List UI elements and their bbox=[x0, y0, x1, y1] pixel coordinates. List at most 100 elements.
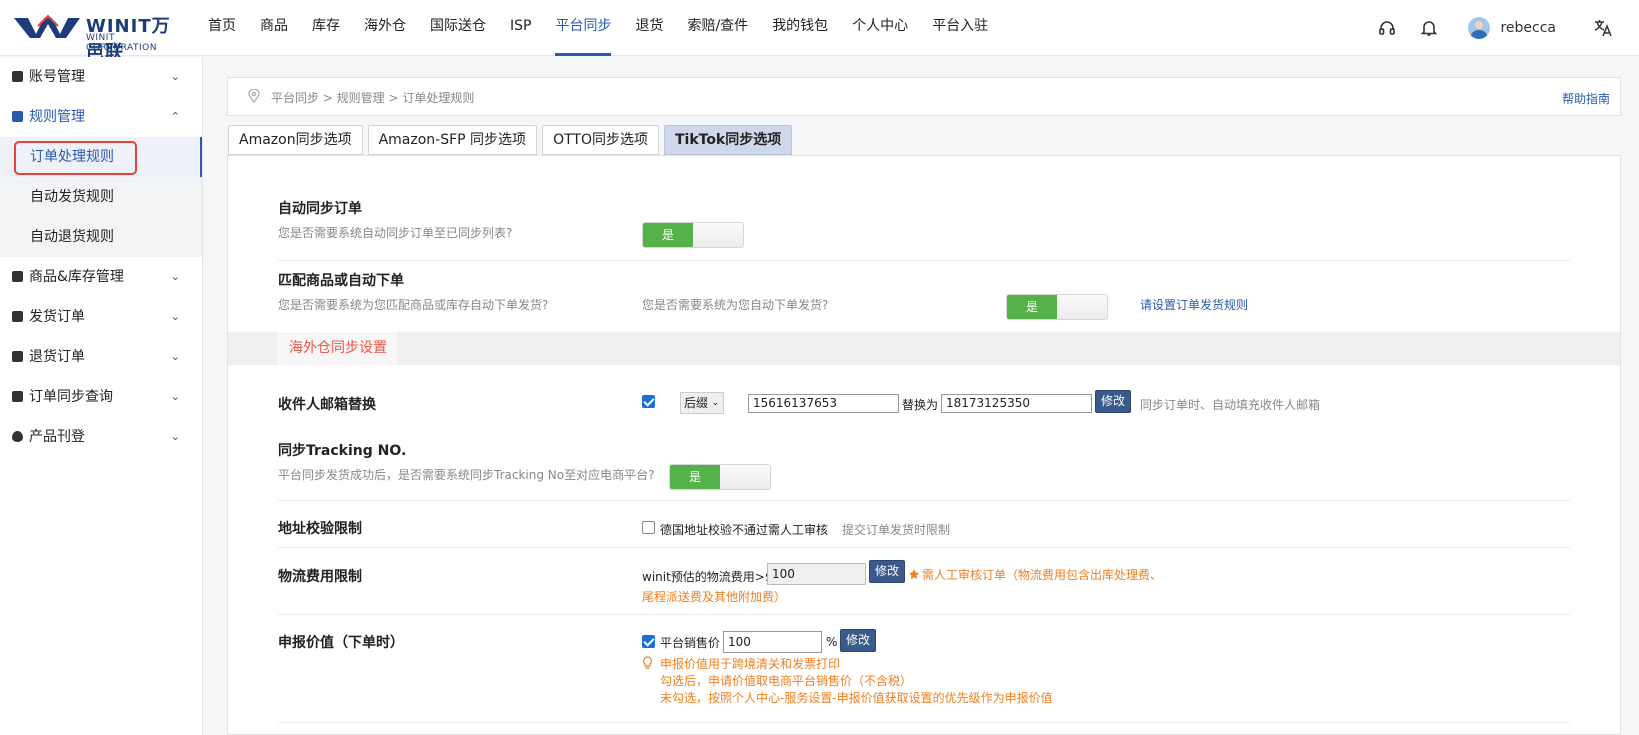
chevron-down-icon: ⌄ bbox=[170, 310, 180, 323]
logo-mark-icon bbox=[14, 14, 80, 38]
nav-inventory[interactable]: 库存 bbox=[300, 0, 352, 56]
chevron-down-icon: ⌄ bbox=[711, 398, 719, 408]
nav-overseas-warehouse[interactable]: 海外仓 bbox=[352, 0, 418, 56]
tracking-toggle[interactable]: 是 bbox=[669, 464, 771, 490]
logistics-label: winit预估的物流费用>$ bbox=[642, 570, 773, 584]
sidebar-group-label: 产品刊登 bbox=[29, 429, 85, 445]
auto-sync-toggle[interactable]: 是 bbox=[642, 222, 744, 248]
winit-logo[interactable]: WINIT万邑联 WINIT CORPORATION bbox=[14, 12, 184, 63]
sidebar-group-rules[interactable]: 规则管理 ⌃ bbox=[0, 97, 202, 137]
sidebar-group-label: 账号管理 bbox=[29, 69, 85, 85]
sidebar-item-label: 自动发货规则 bbox=[30, 189, 114, 205]
replace-with-label: 替换为 bbox=[902, 398, 939, 412]
sidebar-group-label: 规则管理 bbox=[29, 109, 85, 125]
toggle-on-label: 是 bbox=[643, 223, 693, 247]
set-shipping-rules-link[interactable]: 请设置订单发货规则 bbox=[1140, 296, 1248, 313]
declare-title: 申报价值（下单时） bbox=[278, 635, 404, 651]
sidebar-group-label: 发货订单 bbox=[29, 309, 85, 325]
divider bbox=[278, 547, 1570, 548]
tab-amazon-sfp[interactable]: Amazon-SFP 同步选项 bbox=[367, 125, 538, 155]
clipboard-icon bbox=[12, 311, 23, 322]
logistics-fee-input[interactable]: 100 bbox=[767, 563, 866, 585]
sidebar-group-return-orders[interactable]: 退货订单 ⌄ bbox=[0, 337, 202, 377]
username[interactable]: rebecca bbox=[1500, 20, 1556, 36]
warning-icon bbox=[909, 569, 919, 579]
nav-isp[interactable]: ISP bbox=[498, 0, 543, 56]
translate-icon[interactable] bbox=[1593, 18, 1613, 38]
sidebar-group-order-sync-query[interactable]: 订单同步查询 ⌄ bbox=[0, 377, 202, 417]
auto-sync-title: 自动同步订单 bbox=[278, 201, 362, 217]
declare-value-input[interactable]: 100 bbox=[723, 631, 822, 653]
toggle-on-label: 是 bbox=[670, 465, 720, 489]
logistics-warning-line1: 需人工审核订单（物流费用包含出库处理费、 bbox=[922, 568, 1163, 582]
sidebar-item-label: 自动退货规则 bbox=[30, 229, 114, 245]
document-icon bbox=[12, 351, 23, 362]
match-toggle[interactable]: 是 bbox=[1006, 294, 1108, 320]
address-note: 提交订单发货时限制 bbox=[842, 523, 951, 537]
nav-claims[interactable]: 索赔/查件 bbox=[675, 0, 760, 56]
sidebar-item-auto-return-rules[interactable]: 自动退货规则 bbox=[0, 217, 202, 257]
declare-tip-line2: 勾选后，申请价值取电商平台销售价（不含税） bbox=[660, 674, 913, 688]
tab-otto[interactable]: OTTO同步选项 bbox=[542, 125, 659, 155]
sidebar-group-shipping-orders[interactable]: 发货订单 ⌄ bbox=[0, 297, 202, 337]
sidebar-group-account[interactable]: 账号管理 ⌄ bbox=[0, 57, 202, 97]
address-check-label: 德国地址校验不通过需人工审核 bbox=[660, 523, 829, 537]
bell-icon[interactable] bbox=[1419, 18, 1439, 38]
nav-returns[interactable]: 退货 bbox=[623, 0, 675, 56]
nav-platform-onboarding[interactable]: 平台入驻 bbox=[920, 0, 1000, 56]
auto-sync-desc: 您是否需要系统自动同步订单至已同步列表? bbox=[278, 226, 513, 240]
nav-products[interactable]: 商品 bbox=[248, 0, 300, 56]
section-band: 海外仓同步设置 bbox=[228, 332, 1620, 365]
email-checkbox[interactable] bbox=[642, 395, 655, 408]
chevron-up-icon: ⌃ bbox=[170, 110, 180, 123]
help-guide-link[interactable]: 帮助指南 bbox=[1562, 90, 1610, 107]
declare-tip-line3: 未勾选，按照个人中心-服务设置-申报价值获取设置的优先级作为申报价值 bbox=[660, 691, 1053, 705]
avatar[interactable] bbox=[1468, 17, 1491, 39]
nav-intl-shipping[interactable]: 国际送仓 bbox=[418, 0, 498, 56]
percent-unit: % bbox=[826, 635, 838, 649]
divider bbox=[278, 500, 1570, 501]
chevron-down-icon: ⌄ bbox=[170, 390, 180, 403]
divider bbox=[278, 260, 1570, 261]
nav-wallet[interactable]: 我的钱包 bbox=[760, 0, 840, 56]
logistics-modify-button[interactable]: 修改 bbox=[869, 560, 906, 583]
chevron-down-icon: ⌄ bbox=[170, 270, 180, 283]
email-note: 同步订单时、自动填充收件人邮箱 bbox=[1140, 398, 1321, 412]
top-right-tools: rebecca bbox=[1366, 0, 1639, 56]
headset-icon[interactable] bbox=[1377, 18, 1397, 38]
tab-tiktok[interactable]: TikTok同步选项 bbox=[663, 125, 793, 155]
copy-icon bbox=[12, 391, 23, 402]
top-bar: WINIT万邑联 WINIT CORPORATION 首页 商品 库存 海外仓 … bbox=[0, 0, 1639, 63]
nav-personal-center[interactable]: 个人中心 bbox=[840, 0, 920, 56]
location-pin-icon bbox=[248, 89, 260, 103]
nav-platform-sync[interactable]: 平台同步 bbox=[543, 0, 623, 56]
sidebar-group-product-listing[interactable]: 产品刊登 ⌄ bbox=[0, 417, 202, 457]
sidebar-item-auto-ship-rules[interactable]: 自动发货规则 bbox=[0, 177, 202, 217]
tab-amazon[interactable]: Amazon同步选项 bbox=[228, 125, 363, 155]
nav-home[interactable]: 首页 bbox=[196, 0, 248, 56]
lightbulb-icon bbox=[643, 656, 652, 669]
wallet-icon bbox=[12, 71, 23, 82]
email-modify-button[interactable]: 修改 bbox=[1095, 390, 1132, 413]
book-icon bbox=[12, 111, 23, 122]
sidebar-item-order-rules[interactable]: 订单处理规则 bbox=[0, 137, 202, 177]
match-desc: 您是否需要系统为您匹配商品或库存自动下单发货? bbox=[278, 298, 549, 312]
bag-icon bbox=[12, 271, 23, 282]
address-check-checkbox[interactable] bbox=[642, 521, 655, 534]
toggle-off-area bbox=[720, 465, 770, 489]
section-title: 海外仓同步设置 bbox=[278, 332, 398, 365]
email-from-input[interactable]: 15616137653 bbox=[748, 394, 899, 413]
email-to-input[interactable]: 18173125350 bbox=[941, 394, 1092, 413]
breadcrumb: 平台同步 > 规则管理 > 订单处理规则 bbox=[271, 91, 475, 105]
declare-modify-button[interactable]: 修改 bbox=[840, 629, 877, 652]
sidebar-group-label: 退货订单 bbox=[29, 349, 85, 365]
sync-tabs: Amazon同步选项 Amazon-SFP 同步选项 OTTO同步选项 TikT… bbox=[228, 125, 797, 155]
chevron-down-icon: ⌄ bbox=[170, 430, 180, 443]
declare-checkbox[interactable] bbox=[642, 635, 655, 648]
email-title: 收件人邮箱替换 bbox=[278, 397, 376, 413]
toggle-off-area bbox=[693, 223, 743, 247]
toggle-on-label: 是 bbox=[1007, 295, 1057, 319]
match-desc-auto-order: 您是否需要系统为您自动下单发货? bbox=[642, 298, 829, 312]
sidebar-group-product-inventory[interactable]: 商品&库存管理 ⌄ bbox=[0, 257, 202, 297]
email-suffix-select[interactable]: 后缀 ⌄ bbox=[680, 392, 724, 414]
